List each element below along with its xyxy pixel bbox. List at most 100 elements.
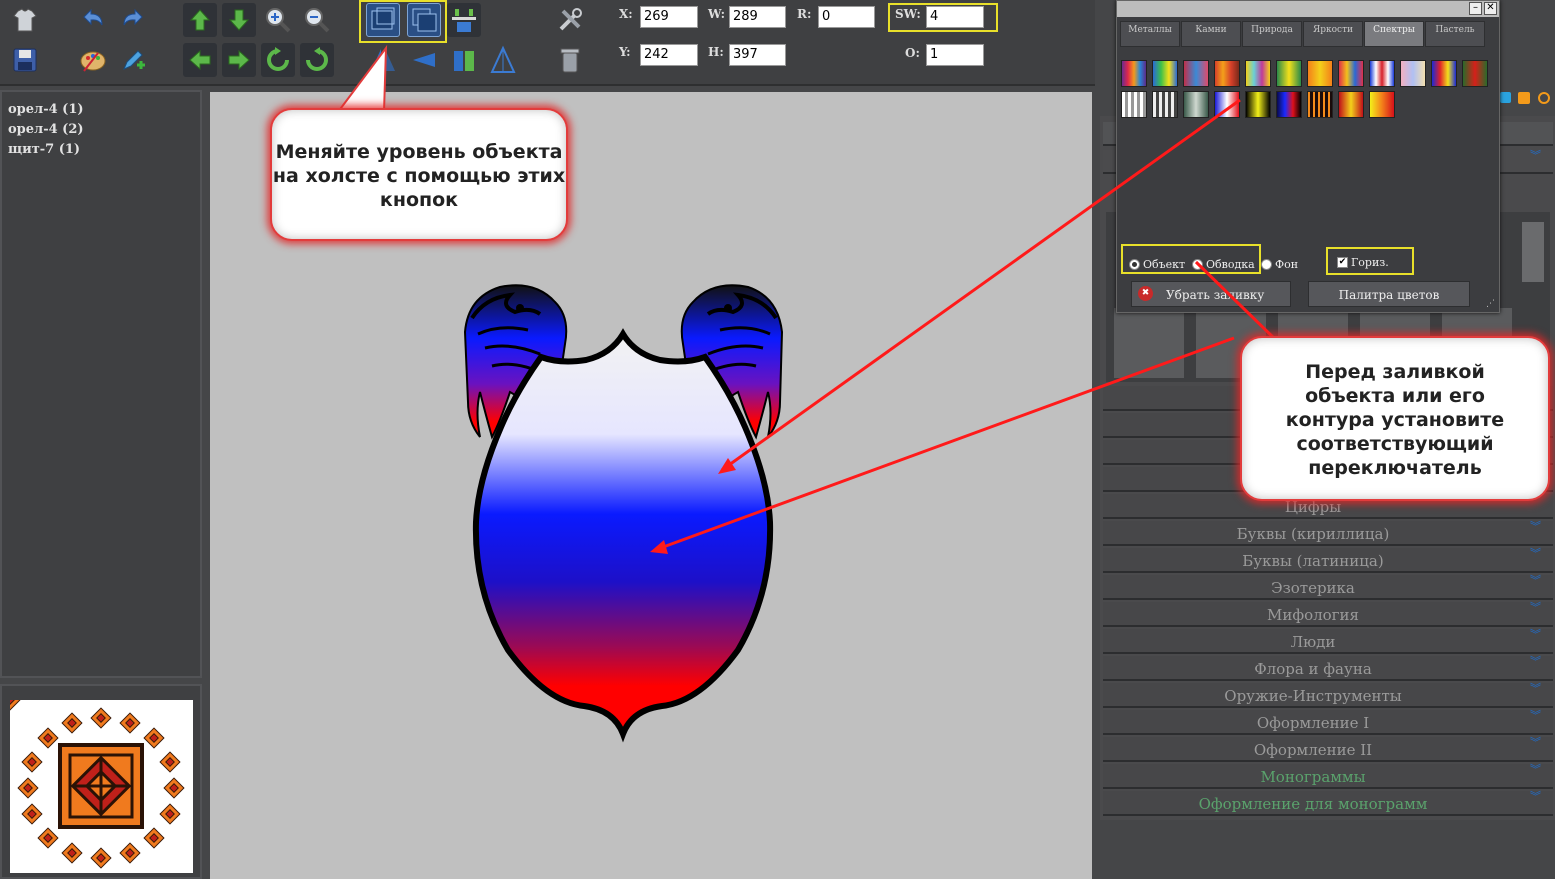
gradient-swatch[interactable] [1369, 60, 1395, 87]
gradient-swatch[interactable] [1245, 91, 1271, 118]
ornament-preview-image [0, 689, 193, 873]
gradient-swatch[interactable] [1276, 60, 1302, 87]
gradient-swatch[interactable] [1338, 60, 1364, 87]
tshirt-icon[interactable] [8, 3, 42, 37]
gradient-swatch[interactable] [1307, 60, 1333, 87]
category-flora[interactable]: Флора и фауна ︾ [1103, 656, 1553, 681]
gradient-swatch[interactable] [1462, 60, 1488, 87]
zoom-out-icon[interactable] [300, 3, 334, 37]
layer-item[interactable]: орел-4 (1) [8, 102, 84, 117]
tab-brightness[interactable]: Яркости [1303, 21, 1363, 47]
x-field[interactable]: 269 [640, 6, 698, 28]
chevron-down-icon: ︾ [1530, 574, 1541, 587]
zoom-in-icon[interactable] [261, 3, 295, 37]
flip-h-icon[interactable] [366, 43, 400, 77]
mirror-icon[interactable] [486, 43, 520, 77]
category-decor-1[interactable]: Оформление I ︾ [1103, 710, 1553, 735]
close-icon[interactable]: ✕ [1484, 2, 1497, 15]
radio-selected-icon [1129, 258, 1140, 270]
arrow-down-icon[interactable] [222, 3, 256, 37]
horizontal-checkbox[interactable]: ✔ Гориз. [1337, 254, 1389, 270]
gradient-swatch[interactable] [1276, 91, 1302, 118]
arrow-right-icon[interactable] [222, 43, 256, 77]
y-field[interactable]: 242 [640, 44, 698, 66]
h-field[interactable]: 397 [729, 44, 786, 66]
radio-object[interactable]: Объект [1129, 256, 1185, 272]
gradient-swatch[interactable] [1245, 60, 1271, 87]
align-icon[interactable] [447, 3, 481, 37]
mail-icon[interactable] [1538, 92, 1550, 104]
gradient-palette-window: – ✕ Металлы Камни Природа Яркости Спектр… [1116, 0, 1500, 313]
resize-grip-icon[interactable]: ⋰ [1486, 299, 1495, 309]
minimize-icon[interactable]: – [1469, 2, 1482, 15]
save-icon[interactable] [8, 43, 42, 77]
remove-fill-button[interactable]: ✖ Убрать заливку [1131, 281, 1291, 307]
rotate-left-icon[interactable] [261, 43, 295, 77]
stroke-width-field[interactable]: 4 [926, 6, 984, 28]
edit-icon[interactable] [116, 43, 150, 77]
gradient-swatch[interactable] [1307, 91, 1333, 118]
odnoklassniki-icon[interactable] [1518, 92, 1530, 104]
window-titlebar[interactable]: – ✕ [1117, 1, 1499, 17]
gradient-swatch[interactable] [1214, 91, 1240, 118]
gradient-swatch[interactable] [1152, 60, 1178, 87]
gradient-swatch[interactable] [1183, 60, 1209, 87]
radio-empty-icon [1261, 258, 1272, 270]
share-icon[interactable] [1500, 92, 1511, 103]
preview-panel [0, 684, 202, 879]
category-people[interactable]: Люди ︾ [1103, 629, 1553, 654]
w-field[interactable]: 289 [729, 6, 786, 28]
category-mythology[interactable]: Мифология ︾ [1103, 602, 1553, 627]
category-decor-2[interactable]: Оформление II ︾ [1103, 737, 1553, 762]
arrow-left-icon[interactable] [183, 43, 217, 77]
trash-icon[interactable] [553, 43, 587, 77]
chevron-down-icon: ︾ [1530, 601, 1541, 614]
tab-nature[interactable]: Природа [1242, 21, 1302, 47]
gradient-swatch[interactable] [1121, 60, 1147, 87]
tab-metals[interactable]: Металлы [1120, 21, 1180, 47]
chevron-down-icon: ︾ [1530, 628, 1541, 641]
gradient-swatch[interactable] [1338, 91, 1364, 118]
gradient-swatch[interactable] [1121, 91, 1147, 118]
h-label: H: [708, 45, 724, 59]
gradient-swatch[interactable] [1183, 91, 1209, 118]
opacity-field[interactable]: 1 [926, 44, 984, 66]
gradient-swatch[interactable] [1369, 91, 1395, 118]
rotate-right-icon[interactable] [300, 43, 334, 77]
category-cyrillic[interactable]: Буквы (кириллица) ︾ [1103, 521, 1553, 546]
redo-icon[interactable] [116, 3, 150, 37]
tools-icon[interactable] [553, 3, 587, 37]
chevron-down-icon[interactable]: ︾ [1530, 150, 1541, 161]
x-label: X: [619, 7, 633, 21]
radio-empty-icon [1192, 258, 1203, 270]
gradient-swatch[interactable] [1400, 60, 1426, 87]
tab-pastel[interactable]: Пастель [1425, 21, 1485, 47]
shield-shape[interactable] [472, 328, 774, 743]
category-latin[interactable]: Буквы (латиница) ︾ [1103, 548, 1553, 573]
tab-stones[interactable]: Камни [1181, 21, 1241, 47]
radio-stroke[interactable]: Обводка [1192, 256, 1255, 272]
gradient-swatch[interactable] [1431, 60, 1457, 87]
category-monograms[interactable]: Монограммы ︾ [1103, 764, 1553, 789]
category-esoteric[interactable]: Эзотерика ︾ [1103, 575, 1553, 600]
gradient-swatch[interactable] [1152, 91, 1178, 118]
radio-background[interactable]: Фон [1261, 256, 1298, 272]
layer-item[interactable]: щит-7 (1) [8, 142, 80, 157]
flip-icon[interactable] [447, 43, 481, 77]
flip-v-icon[interactable] [407, 43, 441, 77]
w-label: W: [708, 7, 726, 21]
layer-item[interactable]: орел-4 (2) [8, 122, 84, 137]
shape-thumbnail[interactable] [1522, 222, 1544, 282]
color-palette-button[interactable]: Палитра цветов [1308, 281, 1470, 307]
rotation-field[interactable]: 0 [818, 6, 875, 28]
tab-spectra[interactable]: Спектры [1364, 21, 1424, 47]
shape-thumbnail[interactable] [1114, 308, 1184, 378]
callout-levels: Меняйте уровень объекта на холсте с помо… [270, 108, 568, 241]
palette-icon[interactable] [76, 43, 110, 77]
remove-icon: ✖ [1138, 286, 1153, 301]
gradient-swatch[interactable] [1214, 60, 1240, 87]
category-weapons[interactable]: Оружие-Инструменты ︾ [1103, 683, 1553, 708]
arrow-up-icon[interactable] [183, 3, 217, 37]
undo-icon[interactable] [76, 3, 110, 37]
category-monogram-decor[interactable]: Оформление для монограмм ︾ [1103, 791, 1553, 816]
